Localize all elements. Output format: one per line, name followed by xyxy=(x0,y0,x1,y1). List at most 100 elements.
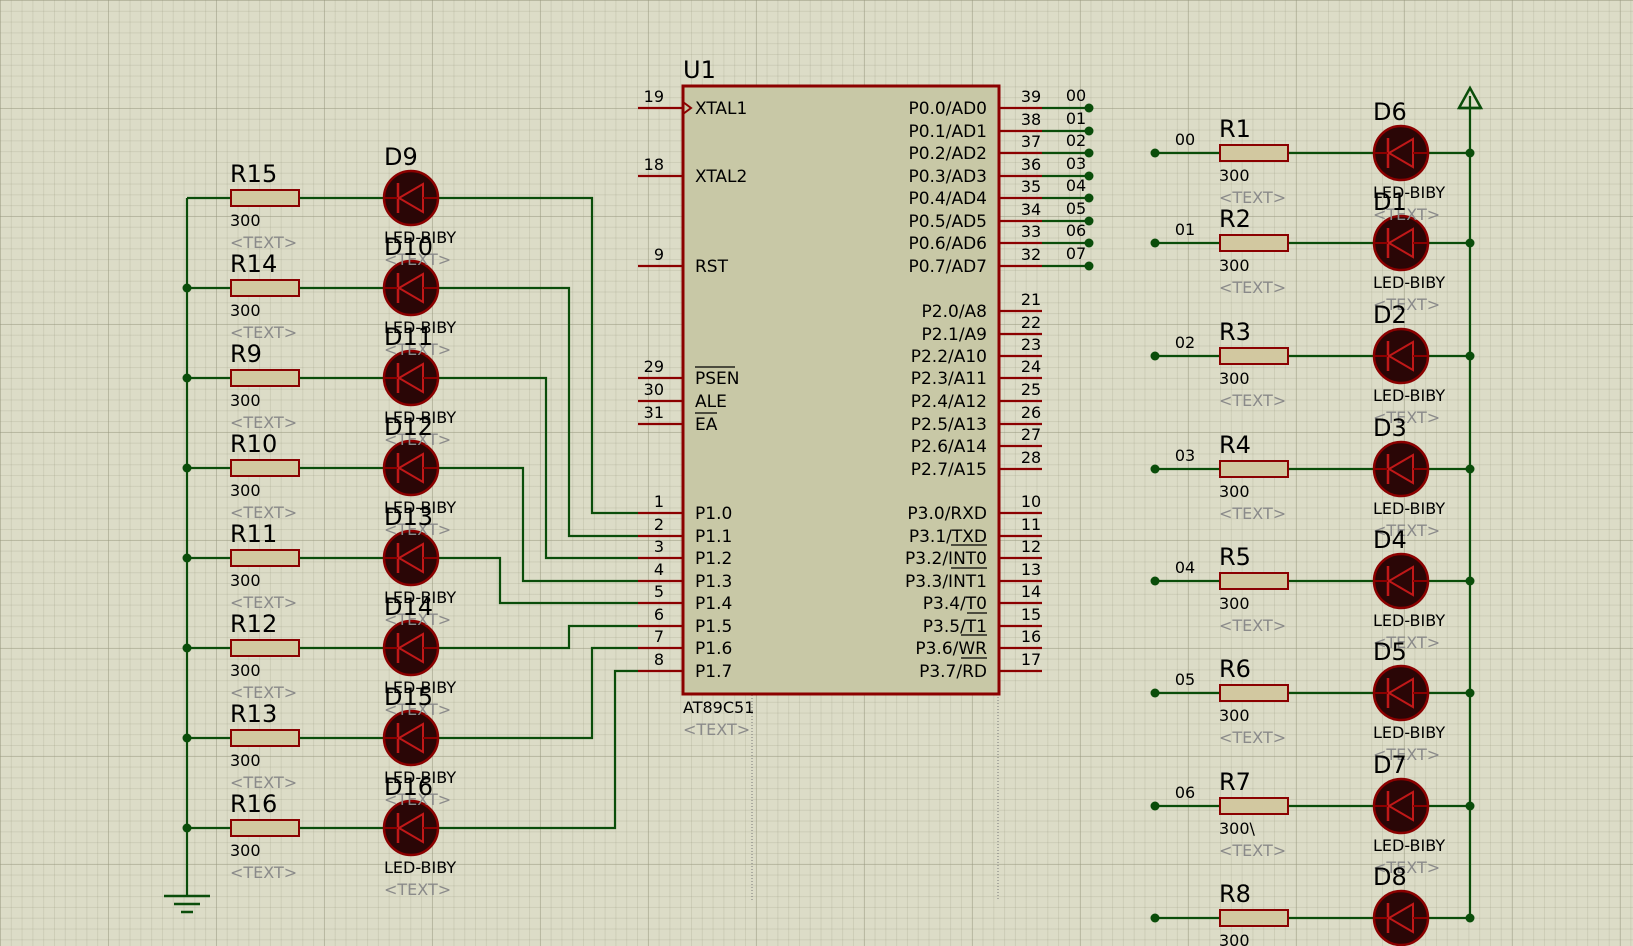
resistor-value-label: 300 xyxy=(1219,166,1250,185)
led-to-port1-wire xyxy=(438,196,638,515)
led-value-label: LED-BIBY xyxy=(384,858,456,877)
resistor-R5-body[interactable] xyxy=(1219,572,1289,590)
ground-junction xyxy=(182,283,192,293)
ground-symbol[interactable] xyxy=(164,882,210,914)
ground-junction xyxy=(182,733,192,743)
pin-number: 1 xyxy=(654,492,664,511)
led-D8-symbol[interactable] xyxy=(1372,889,1430,946)
pin-number: 3 xyxy=(654,537,664,556)
pin-number: 2 xyxy=(654,515,664,534)
resistor-R16-body[interactable] xyxy=(230,819,300,837)
bus-net-label: 04 xyxy=(1066,176,1086,195)
rail-junction xyxy=(1465,801,1475,811)
resistor-R2-body[interactable] xyxy=(1219,234,1289,252)
bus-net-label: 07 xyxy=(1066,244,1086,263)
led-D14-symbol[interactable] xyxy=(382,619,440,677)
resistor-ref-label: R6 xyxy=(1219,655,1251,683)
led-D10-symbol[interactable] xyxy=(382,259,440,317)
led-D1-symbol[interactable] xyxy=(1372,214,1430,272)
led-D6-symbol[interactable] xyxy=(1372,124,1430,182)
net-label: 05 xyxy=(1175,670,1195,689)
net-label: 06 xyxy=(1175,783,1195,802)
led-ref-label: D4 xyxy=(1373,526,1407,554)
resistor-R1-body[interactable] xyxy=(1219,144,1289,162)
pin-name: P1.4 xyxy=(695,594,732,614)
resistor-R6-body[interactable] xyxy=(1219,684,1289,702)
pin-number: 24 xyxy=(1021,357,1041,376)
led-value-label: LED-BIBY xyxy=(1373,386,1445,405)
rail-junction xyxy=(1465,351,1475,361)
rail-junction xyxy=(1465,688,1475,698)
pin-name: P0.2/AD2 xyxy=(908,144,987,164)
net-label: 01 xyxy=(1175,220,1195,239)
pin-number: 12 xyxy=(1021,537,1041,556)
pin-number: 23 xyxy=(1021,335,1041,354)
resistor-R10-body[interactable] xyxy=(230,459,300,477)
led-D4-symbol[interactable] xyxy=(1372,552,1430,610)
led-D11-symbol[interactable] xyxy=(382,349,440,407)
pin-name: P0.6/AD6 xyxy=(908,234,987,254)
led-D16-symbol[interactable] xyxy=(382,799,440,857)
rail-junction xyxy=(1465,913,1475,923)
pin-name: P3.0/RXD xyxy=(907,504,987,524)
pin-number: 8 xyxy=(654,650,664,669)
ground-junction xyxy=(182,373,192,383)
pin-number: 10 xyxy=(1021,492,1041,511)
resistor-ref-label: R8 xyxy=(1219,880,1251,908)
led-to-port1-wire xyxy=(438,624,638,650)
pin-number: 11 xyxy=(1021,515,1041,534)
pin-number: 16 xyxy=(1021,627,1041,646)
resistor-R4-body[interactable] xyxy=(1219,460,1289,478)
resistor-ref-label: R16 xyxy=(230,790,277,818)
resistor-text-placeholder: <TEXT> xyxy=(1219,278,1286,297)
pin-name: RST xyxy=(695,257,729,277)
pin-name: P2.5/A13 xyxy=(911,415,987,435)
pin-number: 6 xyxy=(654,605,664,624)
resistor-R3-body[interactable] xyxy=(1219,347,1289,365)
resistor-value-label: 300 xyxy=(1219,931,1250,946)
resistor-R9-body[interactable] xyxy=(230,369,300,387)
resistor-ref-label: R10 xyxy=(230,430,277,458)
resistor-R15-body[interactable] xyxy=(230,189,300,207)
pin-name: XTAL1 xyxy=(695,99,747,119)
ground-junction xyxy=(182,463,192,473)
pin-name: P0.3/AD3 xyxy=(908,167,987,187)
pin-number: 37 xyxy=(1021,132,1041,151)
pin-name: P0.0/AD0 xyxy=(908,99,987,119)
resistor-R7-body[interactable] xyxy=(1219,797,1289,815)
led-D5-symbol[interactable] xyxy=(1372,664,1430,722)
led-D15-symbol[interactable] xyxy=(382,709,440,767)
pin-name: P0.1/AD1 xyxy=(908,122,987,142)
pin-name: P2.3/A11 xyxy=(911,369,987,389)
resistor-R14-body[interactable] xyxy=(230,279,300,297)
resistor-ref-label: R9 xyxy=(230,340,262,368)
resistor-R8-body[interactable] xyxy=(1219,909,1289,927)
led-D3-symbol[interactable] xyxy=(1372,440,1430,498)
pin-name: P3.6/WR xyxy=(915,639,987,659)
bus-net-label: 00 xyxy=(1066,86,1086,105)
led-D7-symbol[interactable] xyxy=(1372,777,1430,835)
resistor-ref-label: R14 xyxy=(230,250,277,278)
led-ref-label: D6 xyxy=(1373,98,1407,126)
led-D9-symbol[interactable] xyxy=(382,169,440,227)
resistor-R12-body[interactable] xyxy=(230,639,300,657)
resistor-value-label: 300 xyxy=(230,751,261,770)
resistor-text-placeholder: <TEXT> xyxy=(1219,616,1286,635)
led-ref-label: D11 xyxy=(384,323,433,351)
pin-name: EA xyxy=(695,415,718,435)
pin-number: 39 xyxy=(1021,87,1041,106)
pin-name: P2.6/A14 xyxy=(911,437,987,457)
resistor-R11-body[interactable] xyxy=(230,549,300,567)
led-D13-symbol[interactable] xyxy=(382,529,440,587)
pin-name: P2.1/A9 xyxy=(922,325,987,345)
pin-name: PSEN xyxy=(695,369,740,389)
pin-name: ALE xyxy=(695,392,727,412)
resistor-value-label: 300 xyxy=(230,481,261,500)
ground-junction xyxy=(182,553,192,563)
rail-junction xyxy=(1465,576,1475,586)
led-D2-symbol[interactable] xyxy=(1372,327,1430,385)
pin-number: 34 xyxy=(1021,200,1041,219)
resistor-R13-body[interactable] xyxy=(230,729,300,747)
led-D12-symbol[interactable] xyxy=(382,439,440,497)
led-value-label: LED-BIBY xyxy=(1373,273,1445,292)
